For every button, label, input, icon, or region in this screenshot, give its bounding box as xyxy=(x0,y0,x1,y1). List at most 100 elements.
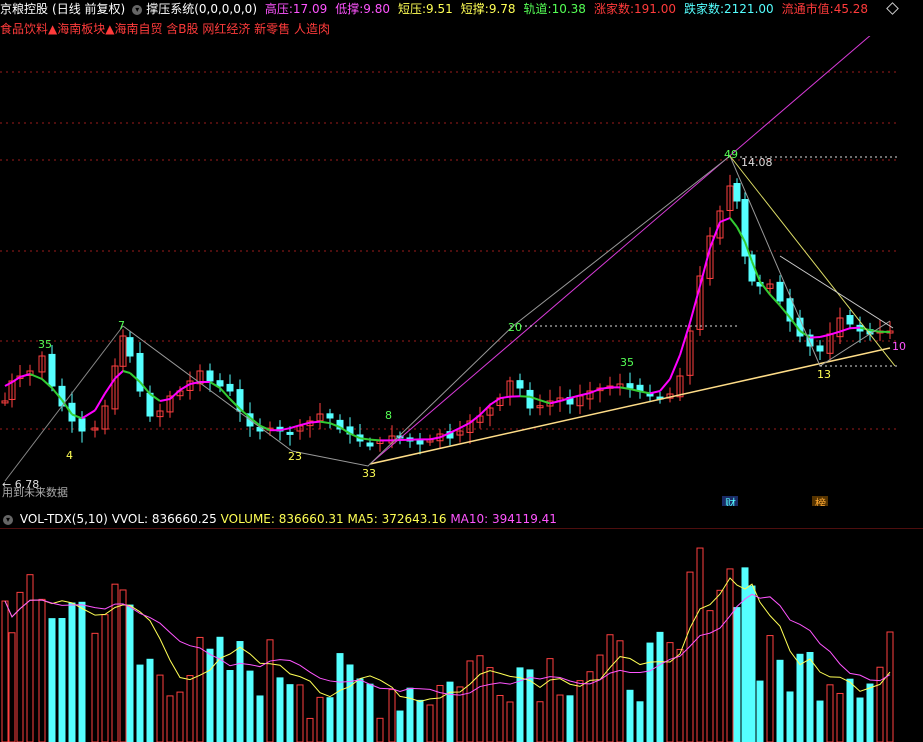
volume-bar xyxy=(846,678,854,742)
volume-bar xyxy=(716,589,724,742)
volume-bar xyxy=(256,695,264,742)
volume-label: VOLUME: xyxy=(220,512,275,526)
candle xyxy=(816,345,824,352)
metric-value: 9.78 xyxy=(488,2,516,16)
moving-average-segment xyxy=(709,221,721,249)
volume-bar xyxy=(186,675,194,742)
concept-tags[interactable]: 食品饮料▲海南板块▲海南自贸 含B股 网红经济 新零售 人造肉 xyxy=(0,20,330,37)
volume-bar xyxy=(306,717,314,742)
metric-value: 2121.00 xyxy=(724,2,774,16)
volume-bar xyxy=(216,636,224,742)
ma10-label: MA10: xyxy=(450,512,489,526)
wave-line xyxy=(122,155,891,467)
volume-bar xyxy=(296,684,304,742)
moving-average-segment xyxy=(114,370,124,380)
price-chart[interactable]: 35748233320354914.081310← 6.78用到未来数据财榜 xyxy=(0,36,923,506)
volume-bar xyxy=(91,632,99,742)
moving-average-segment xyxy=(319,420,331,425)
moving-average-segment xyxy=(179,383,191,391)
metric-7: 流通市值:45.28 xyxy=(782,2,872,16)
diamond-icon[interactable] xyxy=(886,2,899,15)
moving-average-segment xyxy=(29,373,43,380)
volume-bar xyxy=(119,589,127,742)
moving-average-segment xyxy=(104,377,116,394)
event-marker-label: 榜 xyxy=(815,496,826,506)
volume-bar xyxy=(816,700,824,742)
metric-label: 跌家数: xyxy=(683,2,725,16)
moving-average-segment xyxy=(679,322,691,356)
candle xyxy=(626,383,634,389)
chevron-down-icon[interactable]: ▾ xyxy=(132,4,143,15)
volume-bar xyxy=(516,667,524,742)
volume-bar xyxy=(686,571,694,742)
volume-bar xyxy=(136,664,144,742)
candle xyxy=(226,383,234,392)
wave-label: 35 xyxy=(38,338,52,351)
volume-bar xyxy=(356,678,364,742)
wave-label: 33 xyxy=(362,467,376,480)
moving-average-segment xyxy=(689,285,701,323)
volume-bar xyxy=(388,689,396,742)
candle xyxy=(326,413,334,419)
volume-value: 836660.31 xyxy=(278,512,344,526)
metric-label: 轨道: xyxy=(523,2,552,16)
ma5-label: MA5: xyxy=(347,512,378,526)
volume-bar xyxy=(156,674,164,742)
volume-indicator-name[interactable]: VOL-TDX(5,10) xyxy=(20,512,108,526)
volume-bar xyxy=(566,695,574,742)
moving-average-segment xyxy=(122,370,131,374)
indicator-metrics: 高压:17.09 低撑:9.80 短压:9.51 短撑:9.78 轨道:10.38 涨家数… xyxy=(265,2,876,16)
candle xyxy=(286,431,294,435)
volume-bar xyxy=(376,717,384,742)
indicator-name[interactable]: 撑压系统(0,0,0,0,0) xyxy=(146,2,257,16)
chart-header: 京粮控股 (日线 前复权) ▾ 撑压系统(0,0,0,0,0) 高压:17.09 低撑:… xyxy=(0,0,923,18)
volume-bar xyxy=(556,694,564,742)
wave-line xyxy=(779,255,894,329)
volume-bar xyxy=(796,653,804,742)
volume-bar xyxy=(748,585,756,742)
moving-average-segment xyxy=(819,333,831,338)
metric-6: 跌家数:2121.00 xyxy=(684,2,778,16)
moving-average-segment xyxy=(289,424,301,430)
moving-average-segment xyxy=(81,409,96,420)
volume-bar xyxy=(336,653,344,742)
moving-average-segment xyxy=(699,247,711,287)
wave-label: 7 xyxy=(118,319,125,332)
volume-bar xyxy=(806,651,814,742)
volume-chart[interactable] xyxy=(0,528,923,742)
volume-bar xyxy=(733,607,741,742)
moving-average-segment xyxy=(369,438,381,442)
candle xyxy=(78,418,86,432)
period-label[interactable]: (日线 前复权) xyxy=(52,2,125,16)
moving-average-segment xyxy=(499,395,511,400)
volume-bar xyxy=(576,680,584,742)
volume-bar xyxy=(416,699,424,742)
candle xyxy=(846,315,854,325)
resistance-trendline xyxy=(369,36,871,465)
volume-bar xyxy=(176,691,184,742)
volume-bar xyxy=(48,618,56,742)
volume-bar xyxy=(1,600,9,742)
wave-label: 23 xyxy=(288,450,302,463)
candle xyxy=(516,380,524,389)
volume-bar xyxy=(546,658,554,742)
volume-bar xyxy=(68,602,76,742)
volume-bar xyxy=(246,670,254,742)
candle xyxy=(366,442,374,447)
metric-label: 短压: xyxy=(398,2,427,16)
moving-average-segment xyxy=(579,392,591,397)
candle xyxy=(216,380,224,387)
volume-bar xyxy=(436,684,444,742)
metric-0: 高压:17.09 xyxy=(265,2,331,16)
event-marker-label: 财 xyxy=(725,496,736,506)
volume-bar xyxy=(366,683,374,742)
volume-bar xyxy=(776,659,784,742)
vvol-label: VVOL: xyxy=(111,512,149,526)
volume-bar xyxy=(646,642,654,742)
volume-bar xyxy=(656,631,664,742)
volume-bar xyxy=(741,567,749,742)
moving-average-segment xyxy=(569,394,581,399)
stock-title[interactable]: 京粮控股 xyxy=(0,2,48,16)
volume-bar xyxy=(126,604,134,742)
chevron-down-icon[interactable]: ▾ xyxy=(3,514,13,525)
